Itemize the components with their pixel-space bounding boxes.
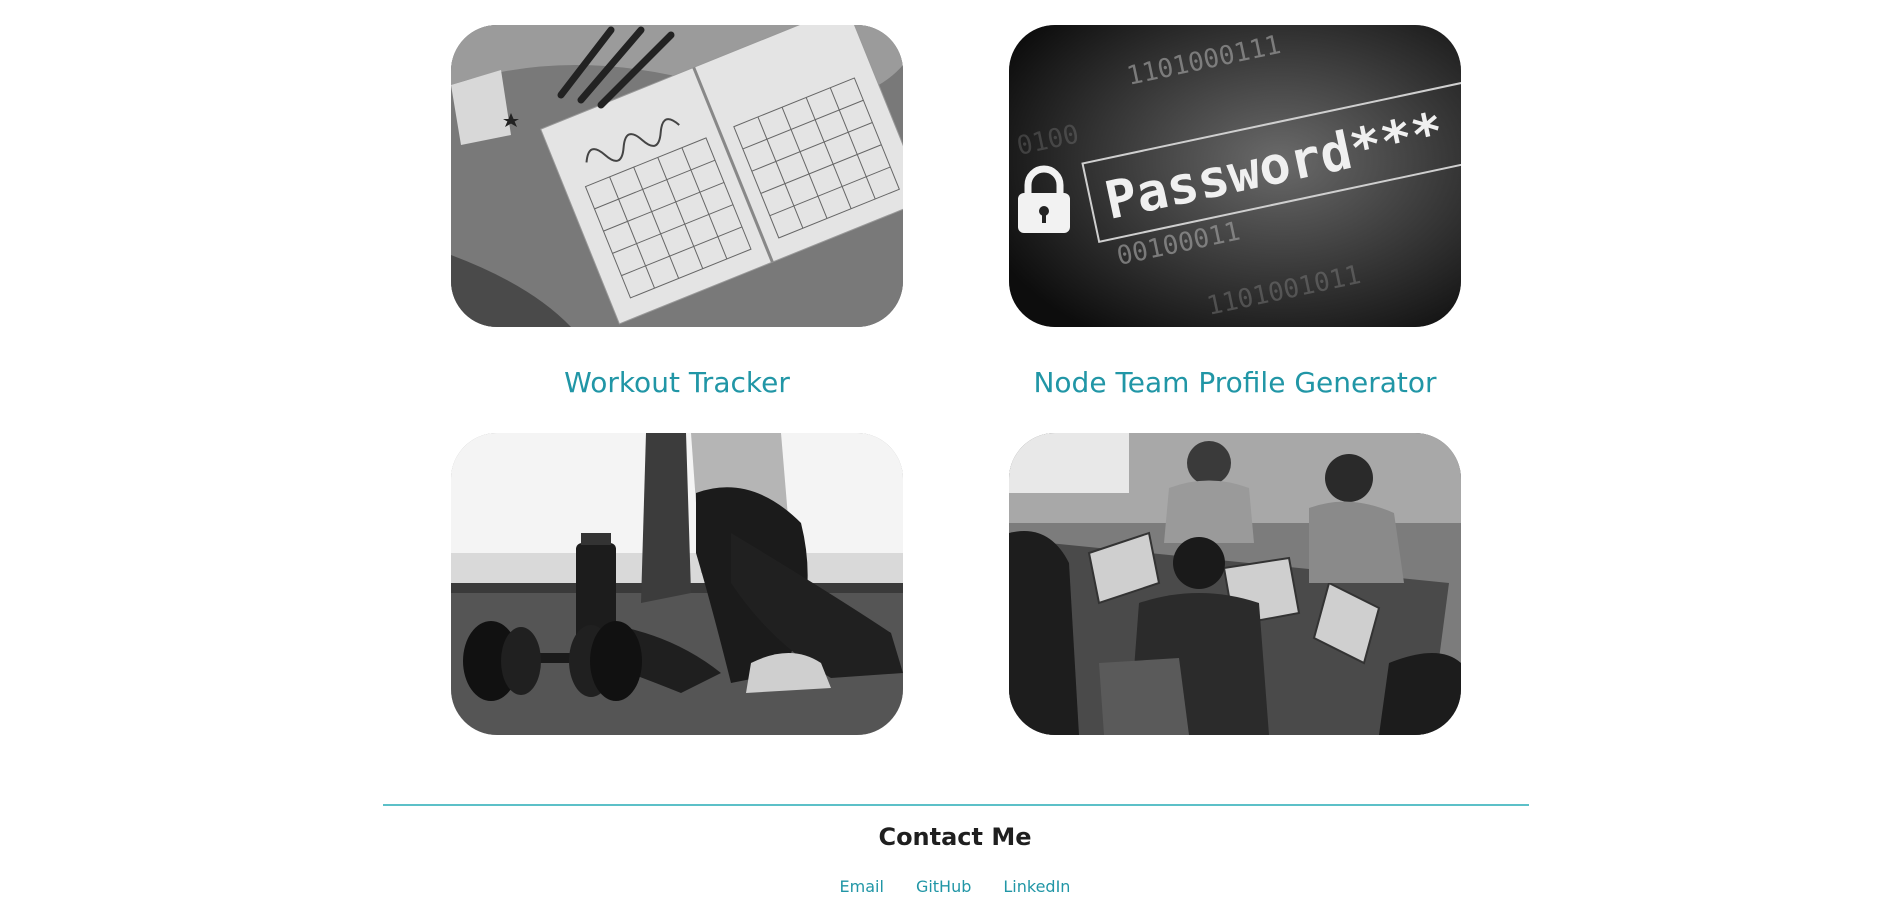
password-photo: 1101000111 00100011 1101001011 0100 Pass… [1009,25,1461,327]
calendar-project-image[interactable] [451,25,903,327]
team-profile-generator-title[interactable]: Node Team Profile Generator [1009,366,1461,399]
github-link[interactable]: GitHub [916,877,971,896]
contact-heading: Contact Me [878,823,1032,851]
team-project-image[interactable] [1009,433,1461,735]
password-project-image[interactable]: 1101000111 00100011 1101001011 0100 Pass… [1009,25,1461,327]
page: 1101000111 00100011 1101001011 0100 Pass… [0,0,1887,912]
linkedin-link[interactable]: LinkedIn [1003,877,1070,896]
contact-links: Email GitHub LinkedIn [0,877,1887,896]
email-link[interactable]: Email [840,877,884,896]
footer-divider [383,804,1529,806]
workout-photo [451,433,903,735]
team-photo [1009,433,1461,735]
workout-tracker-title[interactable]: Workout Tracker [451,366,903,399]
calendar-photo [451,25,903,327]
workout-project-image[interactable] [451,433,903,735]
